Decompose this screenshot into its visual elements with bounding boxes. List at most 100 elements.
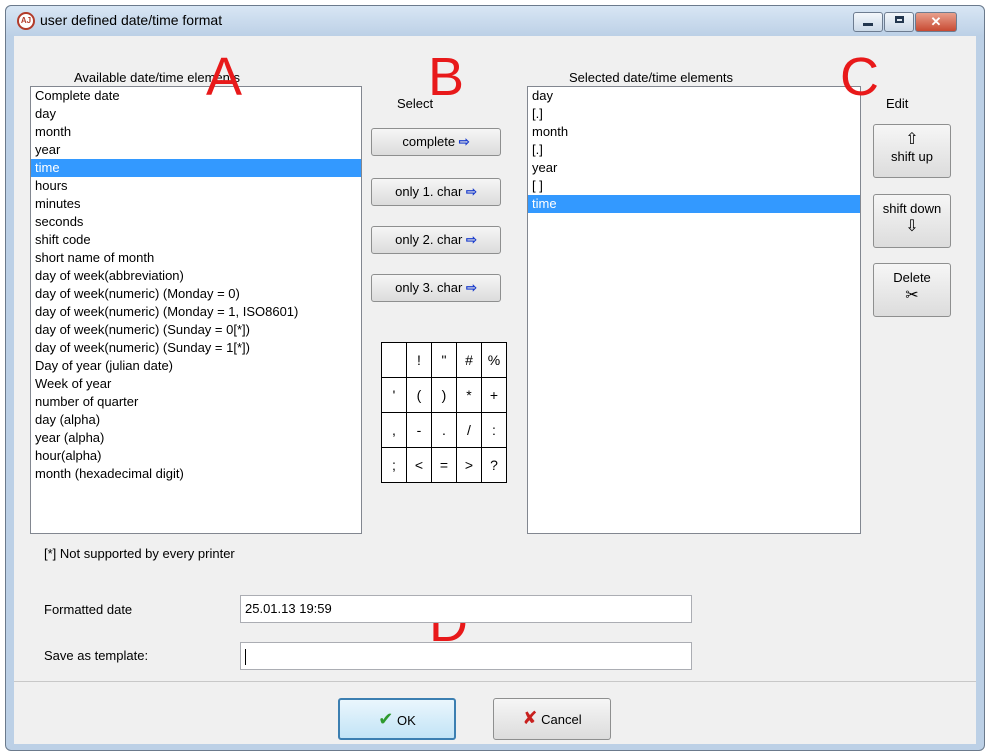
only-1-char-label: only 1. char — [395, 184, 463, 199]
only-2-char-button[interactable]: only 2. char ⇨ — [371, 226, 501, 254]
char-cell[interactable]: < — [406, 447, 432, 483]
checkmark-icon: ✔ — [378, 709, 394, 729]
list-item[interactable]: [ ] — [528, 177, 860, 195]
list-item[interactable]: day of week(numeric) (Sunday = 1[*]) — [31, 339, 361, 357]
char-cell[interactable]: > — [456, 447, 482, 483]
list-item[interactable]: day of week(abbreviation) — [31, 267, 361, 285]
list-item[interactable]: minutes — [31, 195, 361, 213]
ok-button[interactable]: ✔ OK — [338, 698, 456, 740]
char-cell[interactable]: / — [456, 412, 482, 448]
dialog-window: AJ user defined date/time format ✕ Avail… — [5, 5, 985, 751]
shift-up-label: shift up — [891, 149, 933, 164]
char-cell[interactable]: + — [481, 377, 507, 413]
formatted-date-field[interactable]: 25.01.13 19:59 — [240, 595, 692, 623]
minimize-button[interactable] — [853, 12, 883, 32]
cancel-x-icon: ✘ — [522, 708, 538, 728]
list-item[interactable]: day — [31, 105, 361, 123]
marker-a: A — [206, 47, 243, 107]
edit-label: Edit — [886, 96, 909, 111]
list-item[interactable]: day of week(numeric) (Sunday = 0[*]) — [31, 321, 361, 339]
marker-b: B — [428, 47, 465, 107]
char-cell[interactable]: ? — [481, 447, 507, 483]
list-item[interactable]: year — [528, 159, 860, 177]
app-logo-icon: AJ — [17, 12, 35, 30]
complete-button[interactable]: complete ⇨ — [371, 128, 501, 156]
shift-up-button[interactable]: ⇧ shift up — [873, 124, 951, 178]
only-3-char-label: only 3. char — [395, 280, 463, 295]
footer-separator — [14, 681, 976, 682]
available-elements-list[interactable]: Complete date day month year time hours minute… — [30, 86, 362, 534]
list-item[interactable]: [.] — [528, 141, 860, 159]
complete-button-label: complete — [402, 134, 456, 149]
maximize-button[interactable] — [884, 12, 914, 32]
formatted-date-label: Formatted date — [44, 602, 133, 617]
list-item[interactable]: short name of month — [31, 249, 361, 267]
up-arrow-icon: ⇧ — [905, 131, 919, 148]
char-cell[interactable]: = — [431, 447, 457, 483]
maximize-icon — [894, 16, 904, 23]
list-item[interactable]: Day of year (julian date) — [31, 357, 361, 375]
right-arrow-icon: ⇨ — [465, 232, 477, 247]
right-arrow-icon: ⇨ — [465, 184, 477, 199]
char-cell[interactable]: - — [406, 412, 432, 448]
list-item[interactable]: Week of year — [31, 375, 361, 393]
dialog-body: Available date/time elements Complete da… — [14, 36, 976, 744]
list-item[interactable]: day — [528, 87, 860, 105]
minimize-icon — [863, 23, 873, 26]
right-arrow-icon: ⇨ — [465, 280, 477, 295]
list-item[interactable]: month — [31, 123, 361, 141]
list-item[interactable]: hour(alpha) — [31, 447, 361, 465]
scissors-icon: ✂ — [905, 287, 919, 304]
list-item[interactable]: seconds — [31, 213, 361, 231]
list-item[interactable]: [.] — [528, 105, 860, 123]
only-1-char-button[interactable]: only 1. char ⇨ — [371, 178, 501, 206]
char-cell[interactable]: ! — [406, 342, 432, 378]
list-item[interactable]: month (hexadecimal digit) — [31, 465, 361, 483]
window-title: user defined date/time format — [40, 12, 223, 28]
char-cell[interactable]: % — [481, 342, 507, 378]
down-arrow-icon: ⇩ — [905, 218, 919, 235]
selected-elements-list[interactable]: day [.] month [.] year[ ] time — [527, 86, 861, 534]
title-bar[interactable]: AJ user defined date/time format ✕ — [6, 6, 984, 36]
list-item[interactable]: year (alpha) — [31, 429, 361, 447]
char-cell[interactable]: . — [431, 412, 457, 448]
list-item[interactable]: day of week(numeric) (Monday = 0) — [31, 285, 361, 303]
printer-footnote: [*] Not supported by every printer — [44, 546, 235, 561]
only-2-char-label: only 2. char — [395, 232, 463, 247]
char-cell[interactable]: ( — [406, 377, 432, 413]
special-character-grid: ! " #% '() * +, -. /:; < = >? — [381, 342, 507, 483]
char-cell[interactable]: ' — [381, 377, 407, 413]
list-item[interactable]: year — [31, 141, 361, 159]
list-item[interactable]: time — [528, 195, 860, 213]
cancel-button[interactable]: ✘ Cancel — [493, 698, 611, 740]
close-button[interactable]: ✕ — [915, 12, 957, 32]
list-item[interactable]: time — [31, 159, 361, 177]
list-item[interactable]: shift code — [31, 231, 361, 249]
char-cell[interactable]: # — [456, 342, 482, 378]
list-item[interactable]: day (alpha) — [31, 411, 361, 429]
delete-label: Delete — [893, 270, 931, 285]
list-item[interactable]: Complete date — [31, 87, 361, 105]
list-item[interactable]: month — [528, 123, 860, 141]
right-arrow-icon: ⇨ — [458, 134, 470, 149]
close-icon: ✕ — [930, 14, 942, 29]
selected-label: Selected date/time elements — [569, 70, 734, 85]
shift-down-label: shift down — [882, 201, 942, 216]
char-cell[interactable]: : — [481, 412, 507, 448]
char-cell[interactable]: ; — [381, 447, 407, 483]
only-3-char-button[interactable]: only 3. char ⇨ — [371, 274, 501, 302]
list-item[interactable]: number of quarter — [31, 393, 361, 411]
list-item[interactable]: day of week(numeric) (Monday = 1, ISO860… — [31, 303, 361, 321]
char-cell[interactable]: , — [381, 412, 407, 448]
char-cell[interactable]: " — [431, 342, 457, 378]
cancel-label: Cancel — [541, 712, 582, 727]
marker-c: C — [840, 47, 879, 107]
char-cell[interactable]: ) — [431, 377, 457, 413]
shift-down-button[interactable]: shift down ⇩ — [873, 194, 951, 248]
char-cell[interactable]: * — [456, 377, 482, 413]
delete-button[interactable]: Delete ✂ — [873, 263, 951, 317]
text-cursor — [245, 648, 246, 665]
save-template-input[interactable] — [240, 642, 692, 670]
char-cell[interactable] — [381, 342, 407, 378]
list-item[interactable]: hours — [31, 177, 361, 195]
